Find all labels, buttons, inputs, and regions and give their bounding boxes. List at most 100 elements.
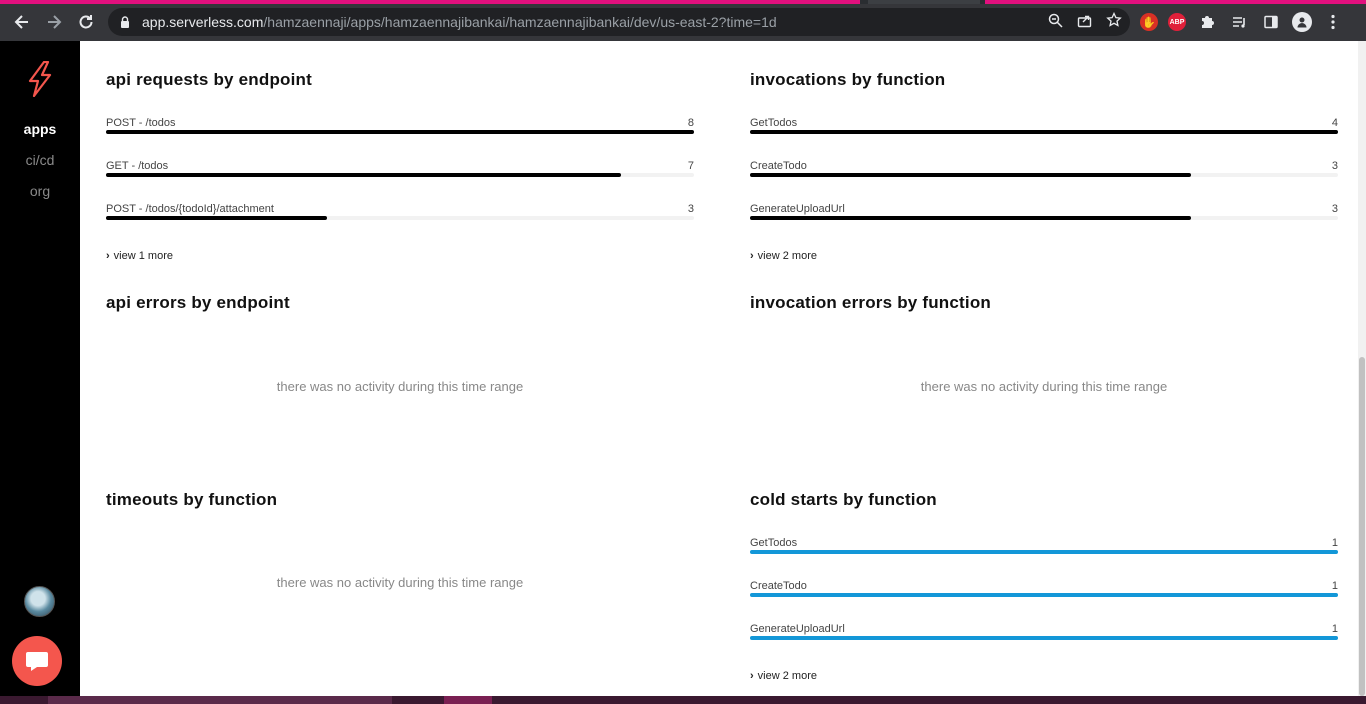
share-icon[interactable] [1077, 13, 1092, 32]
bar-fill [750, 550, 1338, 554]
metric-row[interactable]: CreateTodo 1 [750, 580, 1338, 600]
taskbar-item[interactable] [48, 696, 392, 704]
url-path: /hamzaennaji/apps/hamzaennajibankai/hamz… [263, 14, 777, 30]
invocation-errors-panel: invocation errors by function there was … [750, 293, 1338, 473]
panel-title: api requests by endpoint [106, 70, 312, 89]
sidebar-item-org[interactable]: org [0, 183, 80, 199]
arrow-left-icon [14, 15, 28, 29]
view-more-label: view 2 more [757, 670, 817, 682]
bar-track [106, 130, 694, 134]
bar-fill [750, 130, 1338, 134]
metric-row[interactable]: GenerateUploadUrl 1 [750, 623, 1338, 643]
scrollbar[interactable] [1358, 41, 1366, 696]
row-label: GET - /todos [106, 160, 169, 172]
metric-row[interactable]: POST - /todos 8 [106, 117, 694, 137]
panel-title: api errors by endpoint [106, 293, 290, 312]
metric-row[interactable]: GetTodos 1 [750, 537, 1338, 557]
url-host: app.serverless.com [142, 14, 264, 30]
metric-row[interactable]: CreateTodo 3 [750, 160, 1338, 180]
api-requests-panel: api requests by endpoint POST - /todos 8… [106, 70, 694, 270]
row-label: POST - /todos/{todoId}/attachment [106, 203, 274, 215]
bar-track [106, 173, 694, 177]
metric-row[interactable]: GetTodos 4 [750, 117, 1338, 137]
bookmark-star-icon[interactable] [1106, 11, 1122, 32]
metric-row[interactable]: GenerateUploadUrl 3 [750, 203, 1338, 223]
bar-track [750, 173, 1338, 177]
chat-button[interactable] [12, 636, 62, 686]
row-label: GetTodos [750, 537, 798, 549]
sidebar-item-apps[interactable]: apps [0, 121, 80, 137]
scrollbar-thumb[interactable] [1359, 357, 1365, 696]
row-value: 1 [1331, 537, 1338, 549]
chevron-right-icon: › [750, 250, 754, 262]
row-label: CreateTodo [750, 160, 807, 172]
bar-fill [750, 593, 1338, 597]
media-playlist-icon[interactable] [1228, 11, 1250, 33]
bar-fill [750, 173, 1191, 177]
row-label: CreateTodo [750, 580, 807, 592]
taskbar-item[interactable] [444, 696, 492, 704]
empty-state-text: there was no activity during this time r… [276, 575, 524, 590]
empty-state-text: there was no activity during this time r… [920, 379, 1168, 394]
browser-toolbar: app.serverless.com/hamzaennaji/apps/hamz… [0, 4, 1366, 41]
hand-stop-extension-icon[interactable]: ✋ [1140, 13, 1158, 31]
bar-track [750, 130, 1338, 134]
zoom-icon[interactable] [1048, 13, 1063, 32]
metric-row[interactable]: POST - /todos/{todoId}/attachment 3 [106, 203, 694, 223]
view-more-link[interactable]: › view 1 more [106, 250, 173, 262]
bar-fill [106, 216, 327, 220]
forward-button[interactable] [38, 6, 70, 38]
puzzle-extensions-icon[interactable] [1196, 11, 1218, 33]
more-menu-icon[interactable] [1322, 11, 1344, 33]
reload-button[interactable] [70, 6, 102, 38]
row-value: 4 [1331, 117, 1338, 129]
sidebar: apps ci/cd org [0, 41, 80, 704]
invocations-panel: invocations by function GetTodos 4 Creat… [750, 70, 1338, 270]
chat-bubble-icon [26, 652, 48, 671]
sidebar-item-cicd[interactable]: ci/cd [0, 152, 80, 168]
side-panel-icon[interactable] [1260, 11, 1282, 33]
row-value: 7 [687, 160, 694, 172]
back-button[interactable] [6, 6, 38, 38]
avatar[interactable] [24, 586, 55, 617]
row-value: 3 [687, 203, 694, 215]
bar-track [750, 550, 1338, 554]
adblock-plus-extension-icon[interactable]: ABP [1168, 13, 1186, 31]
bar-fill [750, 636, 1338, 640]
view-more-link[interactable]: › view 2 more [750, 670, 817, 682]
view-more-link[interactable]: › view 2 more [750, 250, 817, 262]
address-bar[interactable]: app.serverless.com/hamzaennaji/apps/hamz… [108, 8, 1130, 36]
lock-icon [118, 15, 132, 29]
bar-fill [106, 173, 621, 177]
panel-title: cold starts by function [750, 490, 937, 509]
row-value: 1 [1331, 623, 1338, 635]
bar-fill [106, 130, 694, 134]
bar-track [750, 636, 1338, 640]
row-value: 3 [1331, 160, 1338, 172]
row-label: GenerateUploadUrl [750, 623, 845, 635]
os-taskbar [0, 696, 1366, 704]
main-content: api requests by endpoint POST - /todos 8… [80, 41, 1366, 696]
row-value: 3 [1331, 203, 1338, 215]
row-label: GetTodos [750, 117, 798, 129]
panel-title: invocations by function [750, 70, 946, 89]
bar-track [750, 593, 1338, 597]
bar-track [750, 216, 1338, 220]
row-value: 8 [687, 117, 694, 129]
bar-track [106, 216, 694, 220]
panel-title: invocation errors by function [750, 293, 991, 312]
view-more-label: view 1 more [113, 250, 173, 262]
cold-starts-panel: cold starts by function GetTodos 1 Creat… [750, 490, 1338, 690]
chevron-right-icon: › [106, 250, 110, 262]
row-value: 1 [1331, 580, 1338, 592]
serverless-logo-icon[interactable] [25, 60, 55, 98]
empty-state-text: there was no activity during this time r… [276, 379, 524, 394]
row-label: GenerateUploadUrl [750, 203, 845, 215]
panel-title: timeouts by function [106, 490, 278, 509]
api-errors-panel: api errors by endpoint there was no acti… [106, 293, 694, 473]
row-label: POST - /todos [106, 117, 176, 129]
url-text: app.serverless.com/hamzaennaji/apps/hamz… [142, 14, 777, 30]
metric-row[interactable]: GET - /todos 7 [106, 160, 694, 180]
profile-icon[interactable] [1292, 12, 1312, 32]
timeouts-panel: timeouts by function there was no activi… [106, 490, 694, 670]
